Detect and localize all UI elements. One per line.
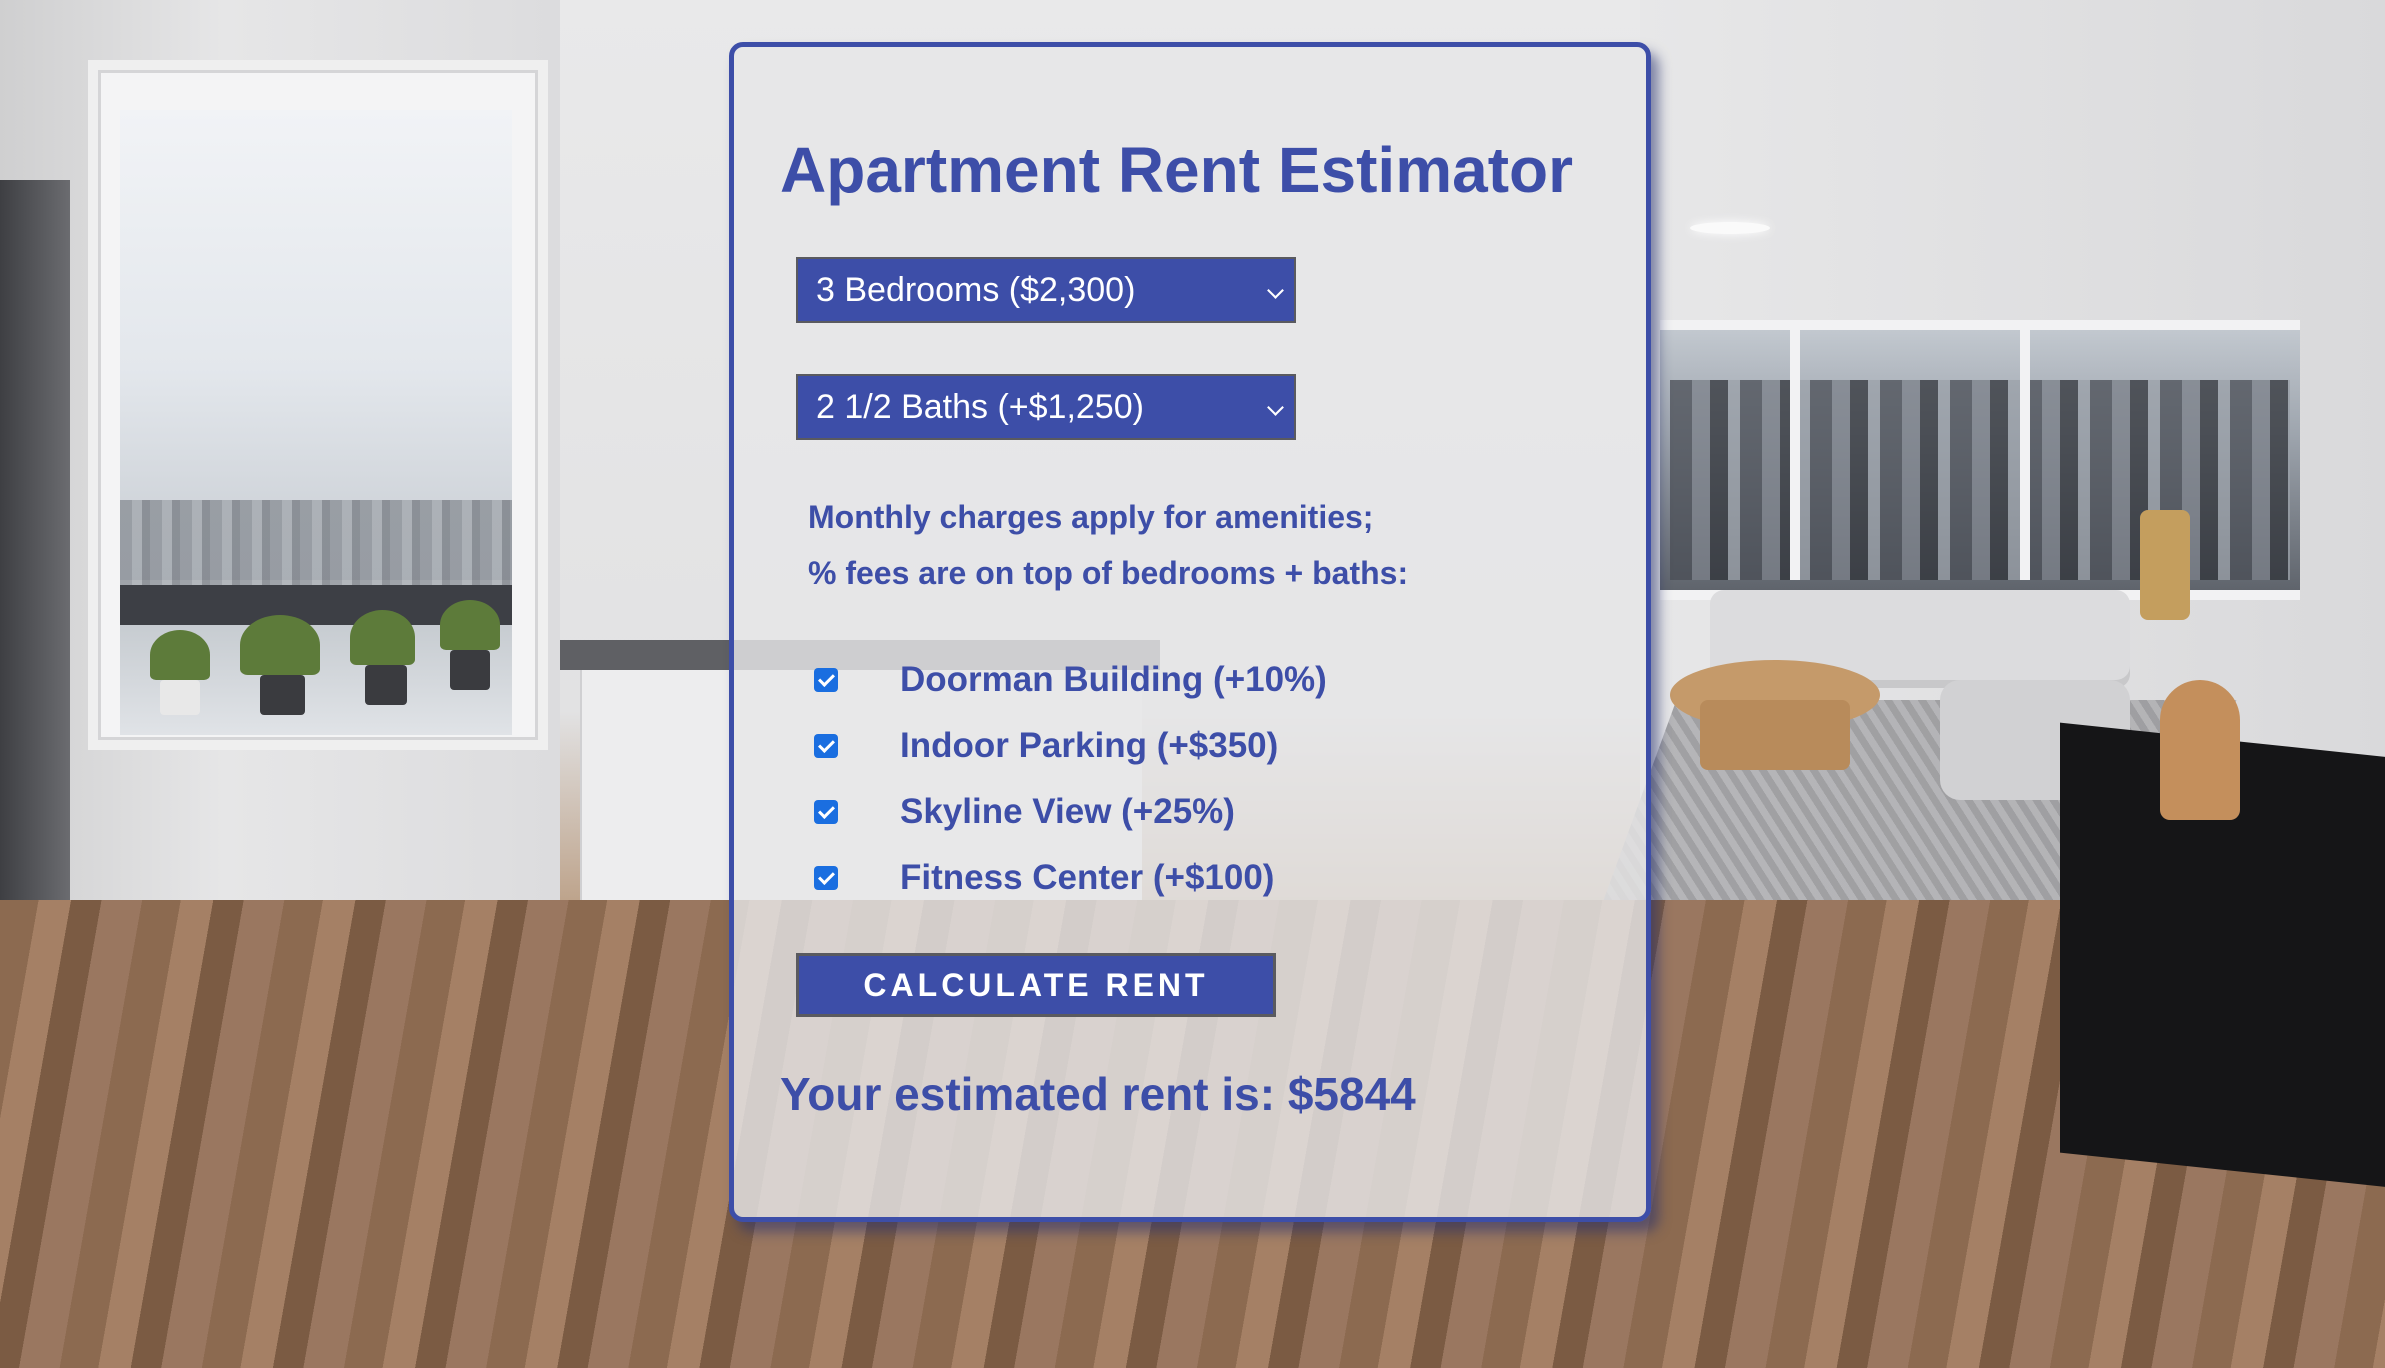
amenity-label: Indoor Parking (+$350) <box>900 726 1279 765</box>
baths-select[interactable]: 2 1/2 Baths (+$1,250) <box>796 374 1296 440</box>
table-lamp <box>2160 680 2240 820</box>
plant <box>440 600 500 650</box>
doorman-checkbox[interactable] <box>814 668 838 692</box>
parking-checkbox[interactable] <box>814 734 838 758</box>
plant <box>150 630 210 680</box>
amenity-skyline-view[interactable]: Skyline View (+25%) <box>814 787 1235 837</box>
fitness-center-checkbox[interactable] <box>814 866 838 890</box>
chevron-down-icon <box>1267 399 1284 416</box>
amenity-label: Doorman Building (+10%) <box>900 660 1327 699</box>
baths-select-value: 2 1/2 Baths (+$1,250) <box>816 387 1144 426</box>
plant <box>350 610 415 665</box>
amenity-parking[interactable]: Indoor Parking (+$350) <box>814 721 1278 771</box>
amenity-label: Fitness Center (+$100) <box>900 858 1275 897</box>
amenity-doorman[interactable]: Doorman Building (+10%) <box>814 655 1327 705</box>
chevron-down-icon <box>1267 282 1284 299</box>
floor-lamp <box>2140 510 2190 620</box>
amenity-label: Skyline View (+25%) <box>900 792 1235 831</box>
amenities-note-line-2: % fees are on top of bedrooms + baths: <box>808 555 1409 591</box>
skyline-view-checkbox[interactable] <box>814 800 838 824</box>
amenity-fitness-center[interactable]: Fitness Center (+$100) <box>814 853 1274 903</box>
amenities-note-line-1: Monthly charges apply for amenities; <box>808 499 1374 535</box>
calculate-rent-button[interactable]: CALCULATE RENT <box>796 953 1276 1017</box>
page-title: Apartment Rent Estimator <box>780 134 1573 206</box>
city-skyline <box>1670 380 2290 580</box>
estimated-rent-result: Your estimated rent is: $5844 <box>780 1068 1416 1120</box>
bedrooms-select-value: 3 Bedrooms ($2,300) <box>816 270 1136 309</box>
rent-estimator-panel: Apartment Rent Estimator 3 Bedrooms ($2,… <box>729 42 1651 1222</box>
plant <box>240 615 320 675</box>
bedrooms-select[interactable]: 3 Bedrooms ($2,300) <box>796 257 1296 323</box>
ceiling-light <box>1690 222 1770 234</box>
